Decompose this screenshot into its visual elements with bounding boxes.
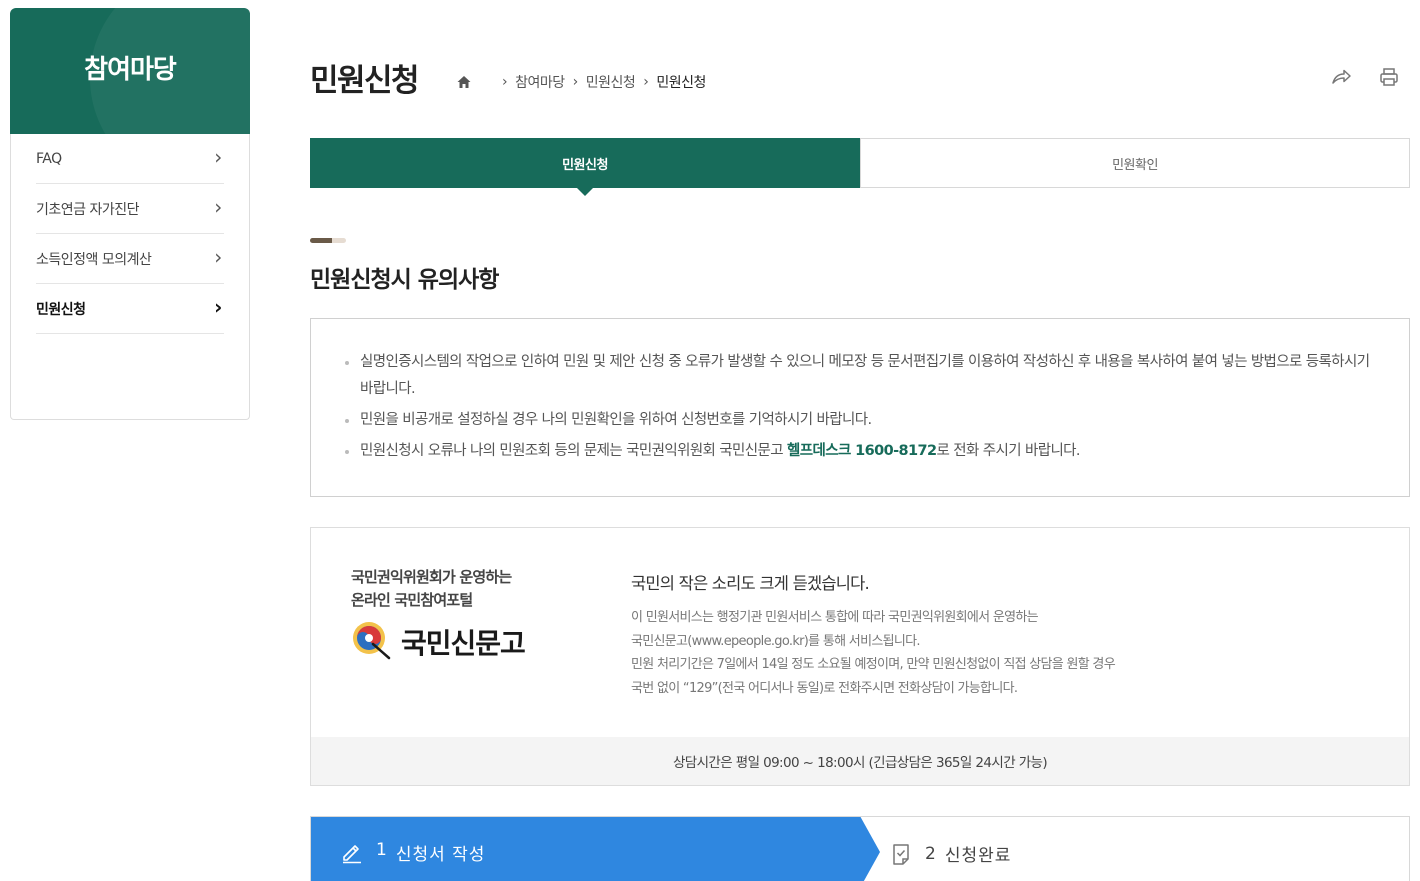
pencil-icon — [340, 840, 364, 864]
step-number: 1 — [376, 840, 388, 860]
notice-item: 민원을 비공개로 설정하실 경우 나의 민원확인을 위하여 신청번호를 기억하시… — [345, 407, 1379, 434]
sidebar-menu: FAQ 기초연금 자가진단 소득인정액 모의계산 민원신청 — [10, 134, 250, 420]
sidebar-header: 참여마당 — [10, 8, 250, 134]
page-title: 민원신청 — [310, 63, 420, 99]
step-label: 신청완료 — [944, 846, 1012, 866]
taeguk-emblem-icon — [351, 620, 395, 664]
helpdesk-phone: 헬프데스크 1600-8172 — [787, 443, 937, 459]
sidebar-item-petition[interactable]: 민원신청 — [36, 284, 224, 334]
breadcrumb-item[interactable]: 참여마당 — [515, 72, 565, 92]
step-complete: 2 신청완료 — [889, 841, 1011, 866]
breadcrumb-item-current: 민원신청 — [656, 75, 706, 91]
epeople-logo: 국민신문고 — [351, 620, 526, 664]
epeople-body-line: 민원 처리기간은 7일에서 14일 정도 소요될 예정이며, 만약 민원신청없이… — [631, 657, 1116, 672]
sidebar-item-label: 민원신청 — [36, 301, 86, 318]
epeople-logo-text: 국민신문고 — [401, 627, 526, 660]
epeople-branding: 국민권익위원회가 운영하는 온라인 국민참여포털 국민신문고 — [351, 566, 526, 664]
tab-petition-check[interactable]: 민원확인 — [860, 138, 1410, 188]
notice-text: 민원신청시 오류나 나의 민원조회 등의 문제는 국민권익위원회 국민신문고 — [360, 443, 788, 459]
step-number: 2 — [925, 843, 937, 864]
notice-text: 로 전화 주시기 바랍니다. — [936, 443, 1081, 459]
sidebar-title: 참여마당 — [84, 54, 177, 85]
section-title-decoration — [310, 238, 346, 243]
epeople-body-line: 국민신문고(www.epeople.go.kr)를 통해 서비스됩니다. — [631, 633, 920, 649]
tab-petition-apply[interactable]: 민원신청 — [310, 138, 860, 196]
header-actions — [1330, 66, 1400, 88]
share-icon[interactable] — [1330, 66, 1352, 88]
sidebar-item-label: FAQ — [36, 150, 62, 167]
step-indicator: 1 신청서 작성 2 신청완료 — [310, 816, 1410, 881]
sidebar-item-label: 소득인정액 모의계산 — [36, 251, 152, 268]
breadcrumb-separator: › — [572, 74, 579, 90]
step-label: 신청서 작성 — [395, 845, 486, 865]
notice-box: 실명인증시스템의 작업으로 인하여 민원 및 제안 신청 중 오류가 발생할 수… — [310, 318, 1410, 497]
epeople-description: 국민의 작은 소리도 크게 듣겠습니다. 이 민원서비스는 행정기관 민원서비스… — [631, 570, 1116, 700]
notice-item: 실명인증시스템의 작업으로 인하여 민원 및 제안 신청 중 오류가 발생할 수… — [345, 349, 1379, 403]
chevron-right-icon — [212, 300, 224, 318]
sidebar-item-self-check[interactable]: 기초연금 자가진단 — [36, 184, 224, 234]
breadcrumb-separator: › — [502, 74, 508, 90]
breadcrumb: › 참여마당 › 민원신청 › 민원신청 — [456, 72, 706, 92]
document-check-icon — [889, 842, 913, 866]
sidebar-item-income-calc[interactable]: 소득인정액 모의계산 — [36, 234, 224, 284]
print-icon[interactable] — [1378, 66, 1400, 88]
sidebar-item-label: 기초연금 자가진단 — [36, 201, 140, 218]
home-icon[interactable] — [456, 74, 472, 90]
epeople-body-line: 이 민원서비스는 행정기관 민원서비스 통합에 따라 국민권익위원회에서 운영하… — [631, 610, 1039, 625]
breadcrumb-item[interactable]: 민원신청 — [586, 72, 636, 92]
epeople-info-box: 국민권익위원회가 운영하는 온라인 국민참여포털 국민신문고 국민의 작은 소리… — [310, 527, 1410, 786]
notice-item: 민원신청시 오류나 나의 민원조회 등의 문제는 국민권익위원회 국민신문고 헬… — [345, 438, 1379, 465]
tab-bar: 민원신청 민원확인 — [310, 138, 1410, 196]
sidebar-item-faq[interactable]: FAQ — [36, 134, 224, 184]
section-title: 민원신청시 유의사항 — [310, 267, 499, 293]
epeople-headline: 국민의 작은 소리도 크게 듣겠습니다. — [631, 574, 870, 593]
chevron-right-icon — [212, 150, 224, 168]
chevron-right-icon — [212, 200, 224, 218]
step-write-application: 1 신청서 작성 — [311, 817, 880, 881]
epeople-tagline: 국민권익위원회가 운영하는 — [351, 568, 512, 586]
consultation-hours: 상담시간은 평일 09:00 ~ 18:00시 (긴급상담은 365일 24시간… — [311, 737, 1409, 785]
epeople-tagline: 온라인 국민참여포털 — [351, 591, 473, 609]
breadcrumb-separator: › — [643, 74, 649, 90]
epeople-body-line: 국번 없이 “129”(전국 어디서나 동일)로 전화주시면 전화상담이 가능합… — [631, 680, 1018, 696]
chevron-right-icon — [212, 250, 224, 268]
